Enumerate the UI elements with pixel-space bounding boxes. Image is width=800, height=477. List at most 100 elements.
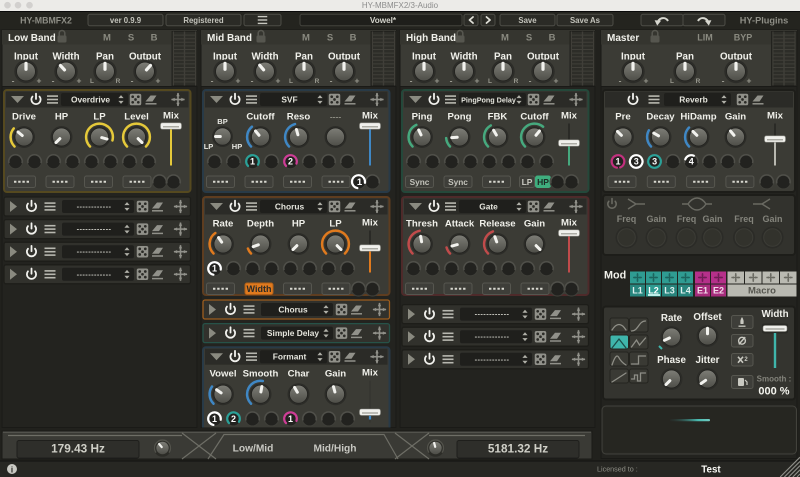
svg-text:Vowel: Vowel: [209, 369, 236, 380]
svg-text:Chorus: Chorus: [278, 305, 308, 315]
svg-text:4: 4: [689, 157, 694, 167]
svg-text:+: +: [156, 76, 161, 86]
svg-text:Smooth: Smooth: [243, 369, 279, 380]
svg-text:L4: L4: [680, 286, 691, 296]
svg-text:L: L: [670, 78, 674, 85]
svg-text:Macro: Macro: [748, 286, 776, 297]
svg-text:Char: Char: [288, 369, 310, 380]
svg-text:HiDamp: HiDamp: [680, 112, 716, 123]
svg-text:L: L: [488, 78, 492, 85]
svg-text:+: +: [276, 76, 281, 86]
svg-text:BP: BP: [217, 117, 227, 126]
svg-text:Rate: Rate: [213, 219, 234, 230]
svg-text:Release: Release: [479, 219, 515, 230]
svg-text:------------: ------------: [77, 202, 112, 211]
svg-text:+: +: [475, 76, 480, 86]
svg-text:Simple Delay: Simple Delay: [267, 328, 319, 338]
svg-text:FBK: FBK: [488, 112, 508, 123]
svg-text:+: +: [644, 76, 649, 86]
svg-text:Pre: Pre: [615, 112, 630, 123]
svg-text:LP: LP: [204, 142, 214, 151]
svg-text:2: 2: [231, 414, 236, 424]
svg-text:LP: LP: [93, 112, 106, 123]
svg-text:Gain: Gain: [725, 112, 746, 123]
svg-text:-: -: [619, 76, 622, 86]
svg-text:L1: L1: [632, 286, 643, 296]
svg-text:+: +: [37, 76, 42, 86]
svg-text:L2: L2: [648, 286, 659, 296]
svg-text:------------: ------------: [475, 355, 510, 364]
svg-text:Gain: Gain: [325, 369, 346, 380]
svg-text:Ping: Ping: [412, 112, 433, 123]
svg-text:Mix: Mix: [362, 111, 379, 122]
svg-text:1: 1: [250, 157, 255, 167]
svg-text:Sync: Sync: [448, 177, 468, 187]
svg-text:Save: Save: [518, 16, 537, 25]
svg-text:Licensed to :: Licensed to :: [597, 464, 638, 473]
svg-text:Master: Master: [607, 33, 639, 44]
svg-text:L: L: [289, 78, 293, 85]
svg-text:Save As: Save As: [570, 16, 601, 25]
svg-text:Mix: Mix: [362, 218, 379, 229]
svg-text:Mix: Mix: [561, 111, 578, 122]
svg-text:Jitter: Jitter: [696, 355, 720, 366]
svg-text:000 %: 000 %: [758, 386, 789, 398]
svg-text:Gain: Gain: [702, 214, 722, 224]
svg-text:HY-MBMFX2/3-Audio: HY-MBMFX2/3-Audio: [362, 1, 439, 10]
svg-text:Freq: Freq: [617, 214, 637, 224]
svg-text:3: 3: [634, 157, 639, 167]
svg-text:-: -: [251, 76, 254, 86]
svg-text:Gain: Gain: [524, 219, 545, 230]
svg-text:-: -: [450, 76, 453, 86]
svg-text:HY-Plugins: HY-Plugins: [740, 16, 789, 26]
svg-text:High Band: High Band: [406, 33, 456, 44]
svg-text:Gate: Gate: [479, 202, 498, 212]
svg-text:HP: HP: [232, 142, 242, 151]
svg-text:-: -: [529, 76, 532, 86]
svg-text:Drive: Drive: [12, 112, 36, 123]
svg-text:E2: E2: [713, 286, 724, 296]
svg-text:Gain: Gain: [762, 214, 782, 224]
svg-text:ver 0.9.9: ver 0.9.9: [110, 16, 142, 25]
svg-text:Chorus: Chorus: [275, 202, 305, 212]
svg-text:Depth: Depth: [247, 219, 274, 230]
svg-text:Low/Mid: Low/Mid: [233, 444, 274, 455]
svg-text:-: -: [211, 76, 214, 86]
svg-text:Vowel*: Vowel*: [370, 16, 397, 25]
svg-text:1: 1: [212, 264, 217, 274]
svg-text:Mix: Mix: [362, 368, 379, 379]
svg-text:1: 1: [357, 177, 363, 188]
svg-text:Smooth :: Smooth :: [757, 375, 792, 384]
svg-text:R: R: [315, 78, 320, 85]
svg-text:Phase: Phase: [657, 355, 686, 366]
svg-text:Pong: Pong: [448, 112, 472, 123]
svg-text:Width: Width: [247, 284, 272, 294]
svg-text:M: M: [501, 33, 509, 44]
svg-text:Freq: Freq: [734, 214, 754, 224]
svg-text:L3: L3: [664, 286, 675, 296]
svg-text:M: M: [103, 33, 111, 44]
svg-text:L: L: [90, 78, 94, 85]
svg-text:E1: E1: [697, 286, 708, 296]
svg-text:Registered: Registered: [183, 16, 224, 25]
svg-text:------------: ------------: [77, 247, 112, 256]
svg-text:Mix: Mix: [163, 111, 180, 122]
svg-text:5181.32 Hz: 5181.32 Hz: [488, 442, 548, 456]
svg-text:LP: LP: [329, 219, 342, 230]
svg-text:Level: Level: [124, 112, 149, 123]
svg-text:Reverb: Reverb: [679, 95, 707, 105]
svg-text:------------: ------------: [77, 270, 112, 279]
svg-text:Sync: Sync: [410, 177, 430, 187]
svg-text:Low Band: Low Band: [8, 33, 56, 44]
svg-text:S: S: [327, 33, 333, 44]
svg-text:Reso: Reso: [287, 112, 311, 123]
svg-text:Mid Band: Mid Band: [207, 33, 252, 44]
svg-text:2: 2: [288, 157, 293, 167]
svg-text:+: +: [355, 76, 360, 86]
svg-text:-: -: [131, 76, 134, 86]
svg-text:LP: LP: [522, 177, 533, 187]
svg-text:-: -: [722, 76, 725, 86]
svg-text:B: B: [549, 33, 556, 44]
svg-text:Overdrive: Overdrive: [71, 95, 110, 105]
svg-text:Cutoff: Cutoff: [520, 112, 549, 123]
